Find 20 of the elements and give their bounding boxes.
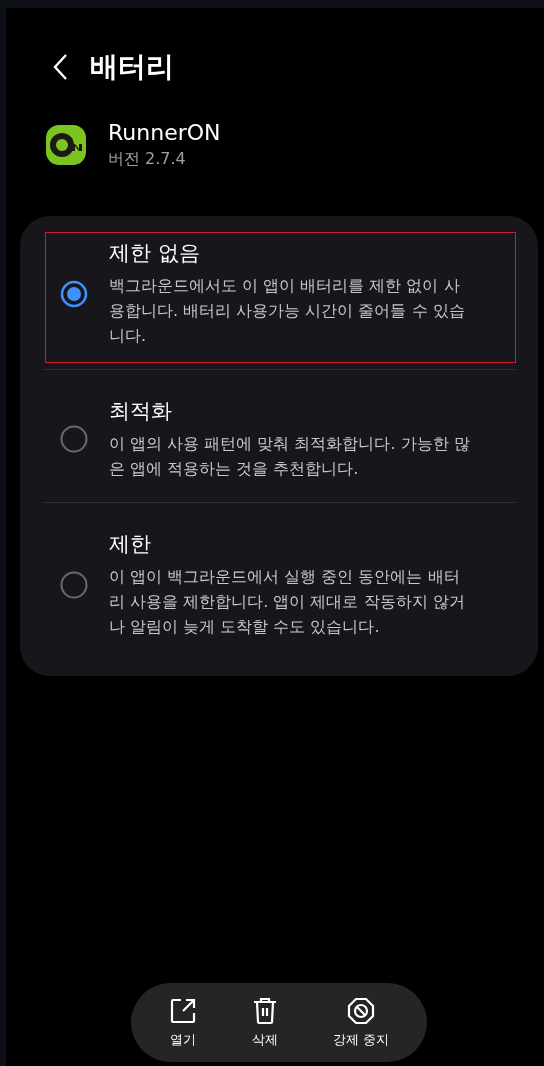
app-name: RunnerON <box>108 120 221 145</box>
stop-icon <box>347 996 376 1025</box>
page-title: 배터리 <box>90 49 174 85</box>
option-title: 최적화 <box>109 398 173 425</box>
action-button[interactable]: 열기 <box>162 996 203 1049</box>
radio-button[interactable] <box>60 570 88 599</box>
action-button[interactable]: 삭제 <box>245 996 284 1049</box>
trash-icon <box>251 996 278 1025</box>
app-version: 버전 2.7.4 <box>108 149 187 170</box>
option-description: 이 앱의 사용 패턴에 맞춰 최적화합니다. 가능한 많은 앱에 적용하는 것을 추천합니다. <box>109 433 471 480</box>
option-title: 제한 없음 <box>109 240 201 267</box>
option-description: 이 앱이 백그라운드에서 실행 중인 동안에는 배터리 사용을 제한합니다. 앱이 제대로 작동하지 않거나 알림이 늦게 도착할 수도 있습니다. <box>109 566 466 638</box>
radio-button[interactable] <box>60 425 88 453</box>
open-external-icon <box>168 996 197 1025</box>
app-icon <box>46 125 86 165</box>
action-button[interactable]: 강제 중지 <box>327 996 396 1049</box>
back-icon[interactable] <box>52 53 68 81</box>
option-title: 제한 <box>109 531 152 558</box>
radio-button[interactable] <box>60 279 88 308</box>
option-description: 백그라운드에서도 이 앱이 배터리를 제한 없이 사용합니다. 배터리 사용가능 시간이 줄어들 수 있습니다. <box>109 275 466 347</box>
